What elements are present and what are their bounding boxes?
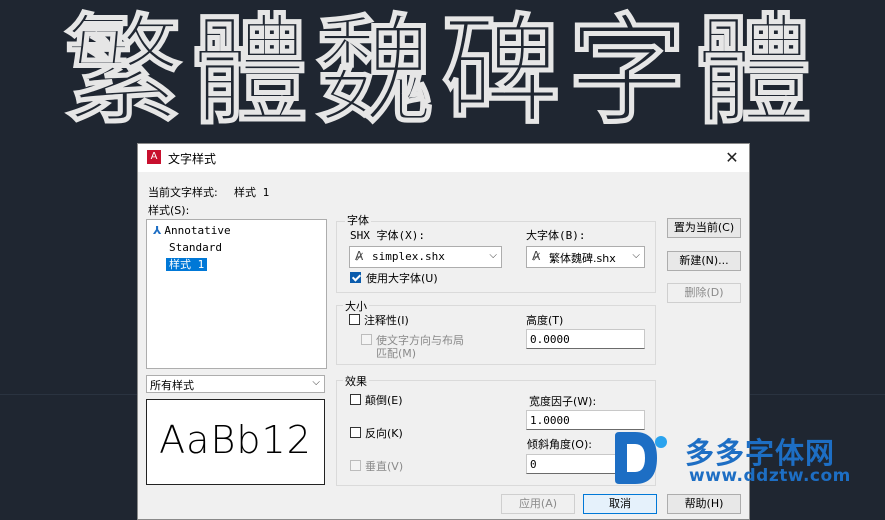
chevron-down-icon: ⌵	[312, 377, 320, 388]
backwards-label: 反向(K)	[365, 427, 403, 440]
width-factor-label: 宽度因子(W):	[529, 395, 597, 408]
match-orientation-checkbox[interactable]	[361, 334, 372, 345]
vertical-label: 垂直(V)	[365, 460, 404, 473]
style-item-style1[interactable]: 样式 1	[166, 257, 208, 273]
apply-button[interactable]: 应用(A)	[501, 494, 575, 514]
upside-down-checkbox[interactable]	[350, 394, 361, 405]
vertical-checkbox[interactable]	[350, 460, 361, 471]
height-label: 高度(T)	[526, 314, 564, 327]
big-font-dropdown[interactable]: A̷ 繁体魏碑.shx ⌵	[526, 246, 645, 268]
watermark-url: www.ddztw.com	[689, 466, 851, 486]
match-orientation-label-2: 匹配(M)	[376, 347, 417, 360]
banner-svg: 繁體魏碑字體	[63, 0, 820, 140]
use-big-font-label: 使用大字体(U)	[366, 272, 438, 285]
outlined-text-banner: 繁體魏碑字體	[0, 0, 885, 140]
current-style-label: 当前文字样式:	[148, 186, 218, 199]
annotative-label: 注释性(I)	[364, 314, 409, 327]
height-field[interactable]: 0.0000	[526, 329, 645, 349]
oblique-angle-value: 0	[530, 458, 537, 471]
style-item-standard[interactable]: Standard	[169, 240, 222, 256]
set-current-button[interactable]: 置为当前(C)	[667, 218, 741, 238]
big-font-value: 繁体魏碑.shx	[549, 252, 616, 265]
backwards-checkbox[interactable]	[350, 427, 361, 438]
close-icon[interactable]: ✕	[721, 147, 743, 169]
width-factor-value: 1.0000	[530, 414, 570, 427]
watermark-logo-icon	[615, 432, 667, 484]
effects-group-title: 效果	[343, 373, 369, 389]
font-group-title: 字体	[345, 212, 371, 228]
style-filter-value: 所有样式	[150, 379, 194, 392]
styles-label: 样式(S):	[148, 204, 190, 217]
style-filter-dropdown[interactable]: 所有样式 ⌵	[146, 375, 325, 393]
autocad-app-icon: A	[147, 150, 161, 164]
watermark: 多多字体网 www.ddztw.com	[609, 424, 885, 520]
big-font-label: 大字体(B):	[526, 229, 586, 242]
chevron-down-icon: ⌵	[632, 250, 640, 261]
styles-listbox[interactable]: ⅄ Annotative Standard 样式 1	[146, 219, 327, 369]
shx-font-label: SHX 字体(X):	[350, 229, 425, 242]
style-preview: AaBb12	[146, 399, 325, 485]
dialog-titlebar[interactable]: A 文字样式 ✕	[138, 144, 749, 172]
annotative-icon: ⅄	[153, 224, 162, 237]
use-big-font-checkbox[interactable]	[350, 272, 361, 283]
upside-down-label: 颠倒(E)	[365, 394, 403, 407]
chevron-down-icon: ⌵	[489, 250, 497, 261]
current-style-value: 样式 1	[234, 186, 270, 199]
shx-font-dropdown[interactable]: A̷ simplex.shx ⌵	[349, 246, 502, 268]
annotative-checkbox[interactable]	[349, 314, 360, 325]
dialog-title: 文字样式	[168, 152, 217, 166]
height-value: 0.0000	[530, 333, 570, 346]
shx-font-icon: A̷	[355, 249, 364, 263]
banner-text: 繁體魏碑字體	[64, 1, 820, 140]
new-style-button[interactable]: 新建(N)...	[667, 251, 741, 271]
oblique-angle-label: 倾斜角度(O):	[527, 438, 592, 451]
delete-style-button[interactable]: 删除(D)	[667, 283, 741, 303]
preview-text: AaBb12	[159, 418, 312, 462]
big-font-icon: A̷	[532, 249, 541, 263]
shx-font-value: simplex.shx	[372, 250, 445, 263]
style-item-annotative[interactable]: ⅄ Annotative	[153, 223, 231, 239]
